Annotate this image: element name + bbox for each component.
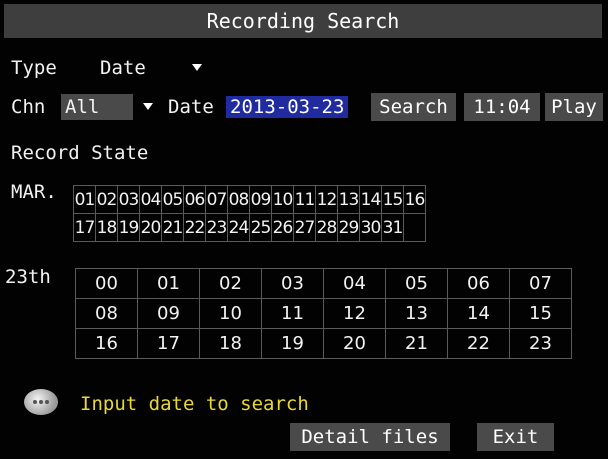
hour-cell[interactable]: 07 <box>509 268 572 299</box>
day-cell[interactable]: 06 <box>183 185 206 214</box>
day-cell[interactable]: 28 <box>315 213 338 242</box>
hour-cell[interactable]: 18 <box>199 328 262 359</box>
hour-cell[interactable]: 04 <box>323 268 386 299</box>
recording-search-screen: Recording Search Type Date Chn All Date … <box>0 0 608 459</box>
date-field[interactable]: 2013-03-23 <box>226 94 349 120</box>
hour-cell[interactable]: 23 <box>509 328 572 359</box>
day-cell[interactable]: 09 <box>249 185 272 214</box>
hour-cell[interactable]: 22 <box>447 328 510 359</box>
month-label: MAR. <box>11 181 57 203</box>
hour-cell[interactable]: 05 <box>385 268 448 299</box>
hour-cell[interactable]: 02 <box>199 268 262 299</box>
day-cell[interactable]: 17 <box>73 213 96 242</box>
day-cell[interactable]: 31 <box>381 213 404 242</box>
chn-label: Chn <box>11 96 46 118</box>
hour-cell[interactable]: 12 <box>323 298 386 329</box>
hour-cell[interactable]: 20 <box>323 328 386 359</box>
day-cell[interactable]: 04 <box>139 185 162 214</box>
hour-grid-row: 00 01 02 03 04 05 06 07 <box>75 268 572 299</box>
day-grid-row: 01 02 03 04 05 06 07 08 09 10 11 12 13 14 15 16 <box>73 185 426 214</box>
hour-cell[interactable]: 17 <box>137 328 200 359</box>
day-cell[interactable]: 25 <box>249 213 272 242</box>
day-cell[interactable]: 15 <box>381 185 404 214</box>
day-label: 23th <box>5 266 51 288</box>
day-cell[interactable]: 14 <box>359 185 382 214</box>
channel-select-value: All <box>61 94 133 120</box>
day-cell[interactable]: 05 <box>161 185 184 214</box>
type-select-value: Date <box>100 57 146 79</box>
day-cell[interactable]: 01 <box>73 185 96 214</box>
day-cell[interactable]: 03 <box>117 185 140 214</box>
day-cell[interactable]: 10 <box>271 185 294 214</box>
hour-cell[interactable]: 21 <box>385 328 448 359</box>
search-button[interactable]: Search <box>371 93 456 121</box>
day-cell[interactable]: 22 <box>183 213 206 242</box>
day-cell[interactable]: 08 <box>227 185 250 214</box>
day-cell[interactable]: 12 <box>315 185 338 214</box>
day-cell[interactable]: 27 <box>293 213 316 242</box>
day-cell[interactable]: 20 <box>139 213 162 242</box>
hour-cell[interactable]: 06 <box>447 268 510 299</box>
day-cell[interactable]: 07 <box>205 185 228 214</box>
date-field-value: 2013-03-23 <box>226 96 349 118</box>
detail-files-button[interactable]: Detail files <box>290 423 450 451</box>
day-cell[interactable]: 13 <box>337 185 360 214</box>
day-cell[interactable]: 23 <box>205 213 228 242</box>
hour-cell[interactable]: 00 <box>75 268 138 299</box>
hour-cell[interactable]: 11 <box>261 298 324 329</box>
day-grid: 01 02 03 04 05 06 07 08 09 10 11 12 13 14 15 16 17 18 19 20… <box>73 185 426 242</box>
hour-cell[interactable]: 13 <box>385 298 448 329</box>
date-label: Date <box>168 96 214 118</box>
day-cell <box>403 213 426 242</box>
hour-cell[interactable]: 01 <box>137 268 200 299</box>
hour-cell[interactable]: 03 <box>261 268 324 299</box>
chevron-down-icon <box>192 64 202 71</box>
hour-grid: 00 01 02 03 04 05 06 07 08 09 10 11 12 13 14 15 16 17 18 19… <box>75 268 572 359</box>
day-grid-row: 17 18 19 20 21 22 23 24 25 26 27 28 29 30 31 <box>73 213 426 242</box>
chevron-down-icon <box>143 103 153 110</box>
exit-button[interactable]: Exit <box>477 423 554 451</box>
day-cell[interactable]: 16 <box>403 185 426 214</box>
hour-cell[interactable]: 09 <box>137 298 200 329</box>
time-field[interactable]: 11:04 <box>464 93 540 121</box>
hour-grid-row: 16 17 18 19 20 21 22 23 <box>75 328 572 359</box>
hour-grid-row: 08 09 10 11 12 13 14 15 <box>75 298 572 329</box>
type-select[interactable]: Date <box>92 55 209 81</box>
play-button[interactable]: Play <box>545 93 603 121</box>
hour-cell[interactable]: 14 <box>447 298 510 329</box>
hour-cell[interactable]: 08 <box>75 298 138 329</box>
hour-cell[interactable]: 16 <box>75 328 138 359</box>
type-label: Type <box>11 57 57 79</box>
day-cell[interactable]: 11 <box>293 185 316 214</box>
hour-cell[interactable]: 10 <box>199 298 262 329</box>
speech-bubble-icon <box>24 389 58 415</box>
day-cell[interactable]: 21 <box>161 213 184 242</box>
day-cell[interactable]: 26 <box>271 213 294 242</box>
day-cell[interactable]: 19 <box>117 213 140 242</box>
channel-select[interactable]: All <box>61 94 161 120</box>
page-title: Recording Search <box>206 9 400 33</box>
day-cell[interactable]: 18 <box>95 213 118 242</box>
hour-cell[interactable]: 19 <box>261 328 324 359</box>
day-cell[interactable]: 24 <box>227 213 250 242</box>
day-cell[interactable]: 02 <box>95 185 118 214</box>
record-state-label: Record State <box>11 142 149 164</box>
hint-text: Input date to search <box>80 393 309 415</box>
title-bar: Recording Search <box>4 4 602 38</box>
day-cell[interactable]: 29 <box>337 213 360 242</box>
hour-cell[interactable]: 15 <box>509 298 572 329</box>
day-cell[interactable]: 30 <box>359 213 382 242</box>
